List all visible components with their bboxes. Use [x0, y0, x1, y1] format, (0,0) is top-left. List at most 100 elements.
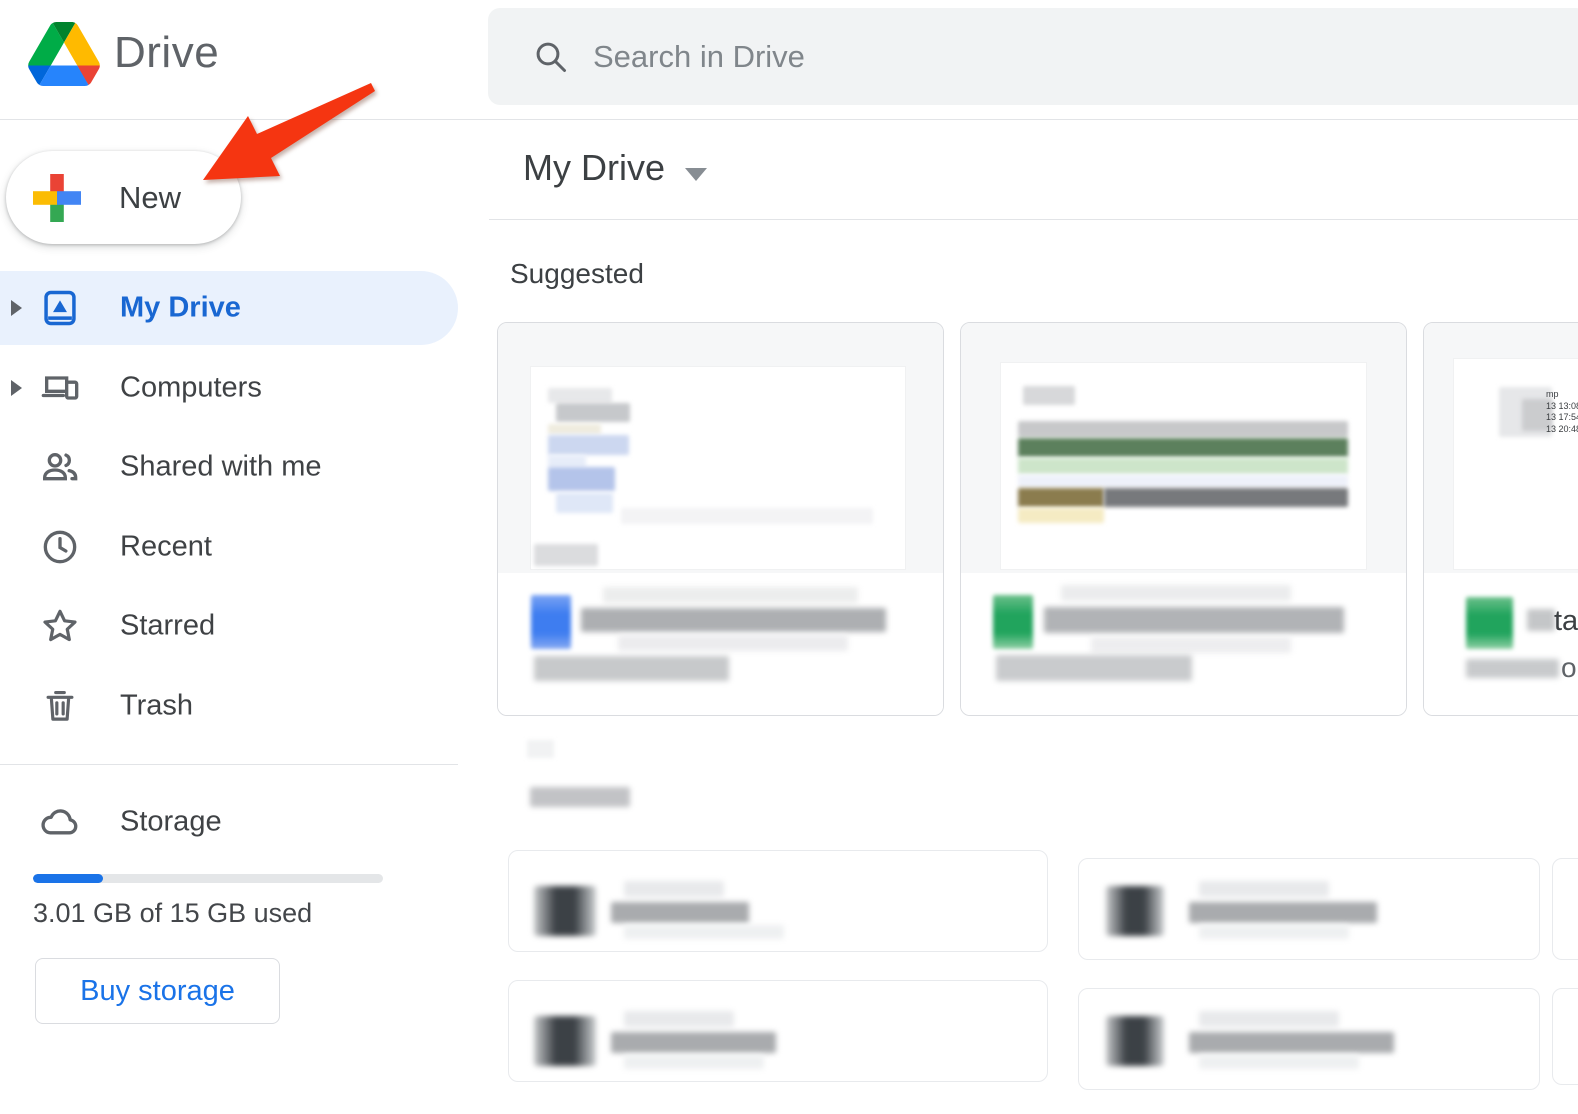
file-preview: mp 13 13:08:1 13 17:54:4 13 20:48:3	[1424, 323, 1578, 573]
sidebar-item-label: Trash	[120, 690, 193, 723]
new-button[interactable]: New	[6, 151, 241, 244]
blurred-text	[1061, 585, 1291, 601]
blurred-content-block	[556, 493, 613, 513]
blurred-text	[624, 925, 784, 939]
blurred-file-meta	[534, 656, 729, 681]
blurred-content-block	[621, 508, 873, 524]
blurred-text	[1527, 609, 1555, 631]
storage-usage-text: 3.01 GB of 15 GB used	[33, 898, 312, 929]
new-button-label: New	[119, 180, 181, 216]
blurred-content-block	[534, 544, 598, 566]
timestamp-header: mp	[1546, 389, 1578, 401]
file-card-footer	[961, 573, 1406, 715]
file-row[interactable]	[1552, 858, 1578, 960]
timestamp-row: 13 13:08:1	[1546, 401, 1578, 413]
sidebar-item-label: Storage	[120, 806, 222, 839]
computers-icon	[40, 368, 80, 408]
blurred-content-block	[1018, 458, 1348, 474]
search-placeholder: Search in Drive	[593, 39, 805, 75]
sidebar-divider	[0, 764, 458, 765]
blurred-file-name	[611, 1032, 776, 1053]
file-row[interactable]	[508, 980, 1048, 1082]
sidebar-item-trash[interactable]: Trash	[0, 669, 458, 743]
suggested-card[interactable]	[497, 322, 944, 716]
buy-storage-label: Buy storage	[80, 975, 235, 1008]
doc-icon	[531, 595, 571, 649]
blurred-text	[1091, 637, 1291, 653]
file-row[interactable]	[1078, 858, 1540, 960]
blurred-file-name	[1189, 902, 1377, 923]
shared-people-icon	[40, 447, 80, 487]
file-title-fragment: tar	[1554, 605, 1578, 638]
blurred-content-block	[1018, 488, 1104, 507]
blurred-content-block	[548, 388, 612, 403]
blurred-file-meta	[1466, 659, 1559, 678]
suggested-card[interactable]: mp 13 13:08:1 13 17:54:4 13 20:48:3 tar …	[1423, 322, 1578, 716]
my-drive-icon	[40, 288, 80, 328]
file-type-icon-blurred	[1106, 886, 1164, 936]
blurred-file-meta	[996, 655, 1192, 681]
expand-arrow-icon[interactable]	[11, 300, 22, 316]
blurred-content-block	[1018, 508, 1104, 523]
blurred-section-label	[527, 740, 554, 758]
timestamp-row: 13 17:54:4	[1546, 412, 1578, 424]
blurred-text	[1199, 1011, 1339, 1027]
sidebar-item-recent[interactable]: Recent	[0, 510, 458, 584]
app-title: Drive	[114, 28, 219, 78]
timestamp-row: 13 20:48:3	[1546, 424, 1578, 436]
storage-progress-bar	[33, 874, 383, 883]
blurred-file-title	[1044, 607, 1344, 633]
sidebar-item-starred[interactable]: Starred	[0, 589, 458, 663]
file-type-icon-blurred	[534, 1016, 596, 1066]
file-card-footer: tar on	[1424, 573, 1578, 715]
blurred-content-block	[1018, 438, 1348, 457]
trash-icon	[40, 686, 80, 726]
timestamp-text-block: mp 13 13:08:1 13 17:54:4 13 20:48:3	[1546, 389, 1578, 435]
sidebar-item-label: Shared with me	[120, 451, 322, 484]
storage-progress-fill	[33, 874, 103, 883]
drive-logo[interactable]	[28, 22, 100, 86]
sidebar-item-label: My Drive	[120, 292, 241, 325]
suggested-heading: Suggested	[510, 258, 644, 290]
clock-icon	[40, 527, 80, 567]
sidebar-item-computers[interactable]: Computers	[0, 351, 458, 425]
suggested-card[interactable]	[960, 322, 1407, 716]
blurred-text	[1199, 925, 1349, 939]
sidebar-item-shared-with-me[interactable]: Shared with me	[0, 430, 458, 504]
sidebar-item-label: Recent	[120, 531, 212, 564]
file-row[interactable]	[508, 850, 1048, 952]
blurred-text	[618, 635, 848, 651]
chevron-down-icon[interactable]	[685, 168, 707, 181]
sidebar-item-label: Computers	[120, 372, 262, 405]
content-divider	[489, 219, 1578, 220]
blurred-content-block	[1018, 421, 1348, 437]
blurred-content-block	[548, 467, 615, 491]
blurred-text	[1199, 881, 1329, 897]
plus-multicolor-icon	[33, 174, 81, 222]
blurred-text	[624, 1011, 734, 1027]
sidebar-item-label: Starred	[120, 610, 215, 643]
sidebar-item-storage[interactable]: Storage	[0, 785, 458, 859]
file-card-footer	[498, 573, 943, 715]
page-title: My Drive	[523, 147, 665, 189]
file-meta-fragment: on	[1561, 652, 1578, 684]
header-divider	[0, 119, 1578, 120]
sidebar-item-my-drive[interactable]: My Drive	[0, 271, 458, 345]
expand-arrow-icon[interactable]	[11, 380, 22, 396]
file-type-icon-blurred	[1106, 1016, 1164, 1066]
blurred-text	[1199, 1055, 1359, 1069]
blurred-content-block	[548, 435, 629, 455]
file-row[interactable]	[1552, 988, 1578, 1085]
blurred-text	[603, 587, 858, 603]
sheet-icon	[993, 595, 1033, 649]
blurred-content-block	[556, 403, 630, 422]
star-icon	[40, 606, 80, 646]
search-input[interactable]: Search in Drive	[488, 8, 1578, 105]
buy-storage-button[interactable]: Buy storage	[35, 958, 280, 1024]
blurred-content-block	[1023, 386, 1075, 405]
drive-logo-icon	[28, 22, 100, 86]
file-preview	[961, 323, 1406, 573]
file-row[interactable]	[1078, 988, 1540, 1090]
blurred-file-name	[1189, 1032, 1394, 1053]
blurred-section-heading	[530, 787, 630, 807]
